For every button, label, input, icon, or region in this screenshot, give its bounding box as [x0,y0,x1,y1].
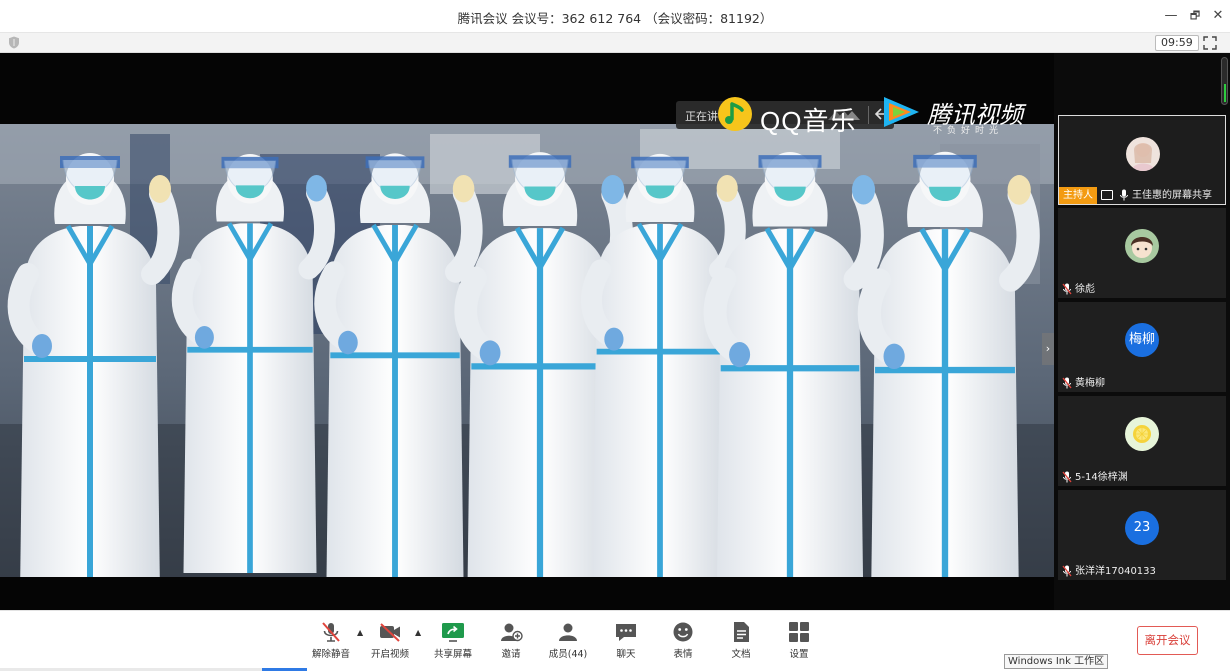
participant-name: 5-14徐梓渊 [1075,472,1128,483]
chat-label: 聊天 [616,649,636,660]
title-bar: 腾讯会议 会议号：362 612 764 （会议密码：81192） — 🗗 ✕ [0,0,1230,33]
start-video-button[interactable]: 开启视频 [364,621,416,660]
video-options-caret[interactable]: ▲ [415,628,421,637]
microphone-icon [1120,189,1128,201]
avatar [1126,137,1160,171]
panel-toggle-button[interactable]: › [1042,333,1054,365]
shared-screen-view[interactable]: 正在讲话: QQ音乐 腾讯视频 不负好时光 › [0,53,1054,610]
participant-name-row: 主持人 王佳惠的屏幕共享 [1059,187,1227,204]
share-screen-button[interactable]: 共享屏幕 [427,621,479,660]
microphone-muted-icon [1062,283,1072,295]
invite-label: 邀请 [501,649,521,660]
cartoon-avatar-icon [1125,229,1159,263]
close-button[interactable]: ✕ [1209,7,1227,25]
avatar: 梅柳 [1125,323,1159,357]
document-icon [734,622,749,642]
participant-name: 王佳惠的屏幕共享 [1132,190,1212,201]
members-icon [559,623,577,641]
participant-tile[interactable]: 5-14徐梓渊 [1058,396,1226,486]
reactions-label: 表情 [673,649,693,660]
participant-name: 徐彪 [1075,284,1095,295]
participant-name-row: 张洋洋17040133 [1058,563,1226,580]
participant-name-row: 5-14徐梓渊 [1058,469,1226,486]
meeting-toolbar: 解除静音 ▲ 开启视频 ▲ 共享屏幕 邀请 成员(44) 聊天 表情 文档 设置… [0,610,1230,671]
docs-label: 文档 [731,649,751,660]
microphone-muted-icon [1062,565,1072,577]
window-title: 腾讯会议 会议号：362 612 764 （会议密码：81192） [457,11,773,26]
participant-tile[interactable]: 23 张洋洋17040133 [1058,490,1226,580]
fullscreen-icon[interactable] [1203,36,1217,50]
lemon-avatar-icon [1125,417,1159,451]
docs-button[interactable]: 文档 [715,621,767,660]
chat-bubble-icon [616,624,636,641]
settings-label: 设置 [789,649,809,660]
share-screen-label: 共享屏幕 [433,649,472,660]
participant-tile[interactable]: 梅柳 黄梅柳 [1058,302,1226,392]
restore-button[interactable]: 🗗 [1186,7,1204,25]
participant-tile[interactable]: 徐彪 [1058,208,1226,298]
audio-options-caret[interactable]: ▲ [357,628,363,637]
minimize-button[interactable]: — [1162,7,1180,25]
members-label: 成员(44) [548,649,588,660]
windows-ink-tooltip: Windows Ink 工作区 [1004,654,1109,669]
portrait-icon [1126,137,1160,171]
participant-name-row: 徐彪 [1058,281,1226,298]
avatar: 23 [1125,511,1159,545]
grid-settings-icon [789,622,809,642]
share-screen-icon [442,623,464,642]
tencent-video-slogan: 不负好时光 [933,126,1004,136]
avatar [1125,229,1159,263]
divider [868,106,869,124]
unmute-label: 解除静音 [311,649,350,660]
avatar [1125,417,1159,451]
invite-button[interactable]: 邀请 [485,621,537,660]
microphone-muted-icon [1062,471,1072,483]
settings-button[interactable]: 设置 [773,621,825,660]
chat-button[interactable]: 聊天 [600,621,652,660]
medical-team-photo [0,124,1054,577]
microphone-muted-icon [1062,377,1072,389]
participant-tile[interactable]: 主持人 王佳惠的屏幕共享 [1058,115,1226,205]
meeting-timer: 09:59 [1155,35,1199,51]
shield-icon[interactable] [8,36,20,49]
screen-share-icon [1101,190,1113,200]
smiley-icon [673,622,693,642]
panel-scrollbar[interactable] [1221,57,1228,105]
meeting-info-bar: 09:59 [0,33,1230,53]
start-video-label: 开启视频 [370,649,409,660]
microphone-off-icon [322,622,340,642]
qq-music-text: QQ音乐 [760,106,857,136]
participant-name-row: 黄梅柳 [1058,375,1226,392]
leave-meeting-button[interactable]: 离开会议 [1137,626,1198,655]
qq-music-logo-icon [718,97,752,131]
unmute-button[interactable]: 解除静音 [305,621,357,660]
camera-off-icon [380,623,400,642]
reactions-button[interactable]: 表情 [657,621,709,660]
members-button[interactable]: 成员(44) [542,621,594,660]
host-badge: 主持人 [1059,187,1097,204]
tencent-video-logo-icon [884,97,919,127]
participant-name: 张洋洋17040133 [1075,566,1156,577]
participant-name: 黄梅柳 [1075,378,1105,389]
add-user-icon [501,623,523,642]
